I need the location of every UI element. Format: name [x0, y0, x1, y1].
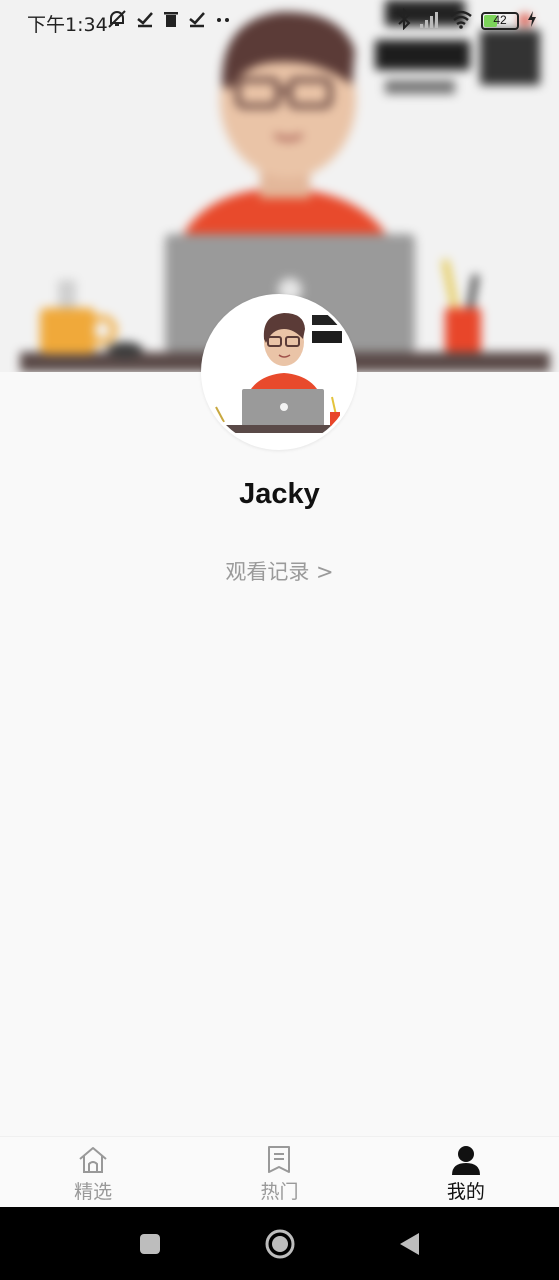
- home-button[interactable]: [260, 1224, 300, 1264]
- bottom-tab-bar: 精选 热门 我的: [0, 1136, 559, 1207]
- status-time: 下午1:34: [27, 14, 108, 36]
- status-system-icons: 42: [397, 7, 537, 34]
- recents-square-icon: [139, 1233, 160, 1254]
- mute-bell-icon: [106, 8, 128, 34]
- tab-label: 精选: [74, 1181, 113, 1203]
- system-navigation-bar: [0, 1207, 559, 1280]
- tab-label: 我的: [446, 1181, 485, 1203]
- back-triangle-icon: [399, 1232, 419, 1255]
- tab-label: 热门: [260, 1181, 299, 1203]
- home-icon: [79, 1147, 107, 1173]
- wifi-icon: [449, 9, 473, 33]
- status-notification-icons: [106, 8, 232, 34]
- battery-level: 42: [493, 13, 507, 27]
- trash-icon: [162, 10, 180, 32]
- signal-icon: [419, 9, 441, 33]
- avatar[interactable]: [201, 294, 357, 450]
- tab-popular[interactable]: 热门: [186, 1137, 372, 1207]
- bookmark-icon: [268, 1146, 291, 1173]
- tab-mine[interactable]: 我的: [373, 1137, 559, 1207]
- watch-history-link[interactable]: 观看记录 >: [0, 556, 559, 586]
- person-icon: [451, 1146, 480, 1175]
- status-bar: 下午1:34 42: [0, 0, 559, 42]
- back-button[interactable]: [390, 1224, 430, 1264]
- check-icon: [188, 10, 206, 32]
- tab-featured[interactable]: 精选: [0, 1137, 186, 1207]
- username: Jacky: [239, 478, 320, 510]
- charging-icon: [527, 10, 537, 32]
- check-icon: [136, 10, 154, 32]
- home-circle-icon: [265, 1229, 294, 1258]
- battery-icon: 42: [481, 12, 519, 30]
- recents-button[interactable]: [130, 1224, 170, 1264]
- more-dots-icon: [214, 10, 232, 32]
- bluetooth-icon: [397, 7, 411, 34]
